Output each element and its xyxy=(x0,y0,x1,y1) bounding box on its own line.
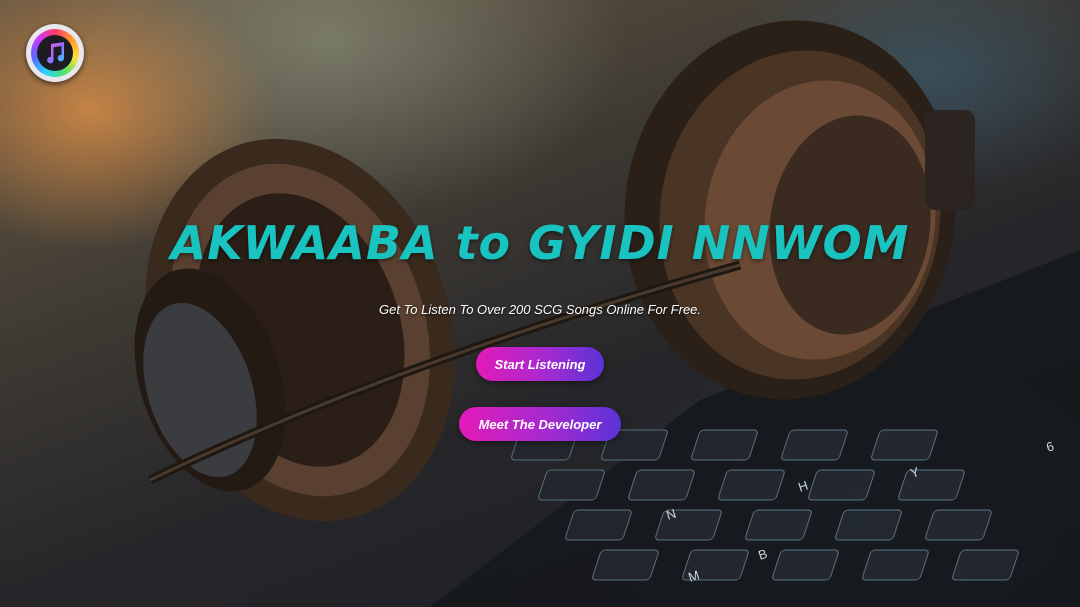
hero-section: NMHBY6 AKWAABA to GYIDI NNWOM Get To Lis… xyxy=(0,0,1080,607)
app-logo[interactable] xyxy=(26,24,84,82)
page-title: AKWAABA to GYIDI NNWOM xyxy=(170,216,910,270)
logo-ring xyxy=(31,29,79,77)
page-subtitle: Get To Listen To Over 200 SCG Songs Onli… xyxy=(378,302,702,317)
meet-developer-button[interactable]: Meet The Developer xyxy=(459,407,621,441)
start-listening-button[interactable]: Start Listening xyxy=(476,347,604,381)
music-note-icon xyxy=(37,35,73,71)
